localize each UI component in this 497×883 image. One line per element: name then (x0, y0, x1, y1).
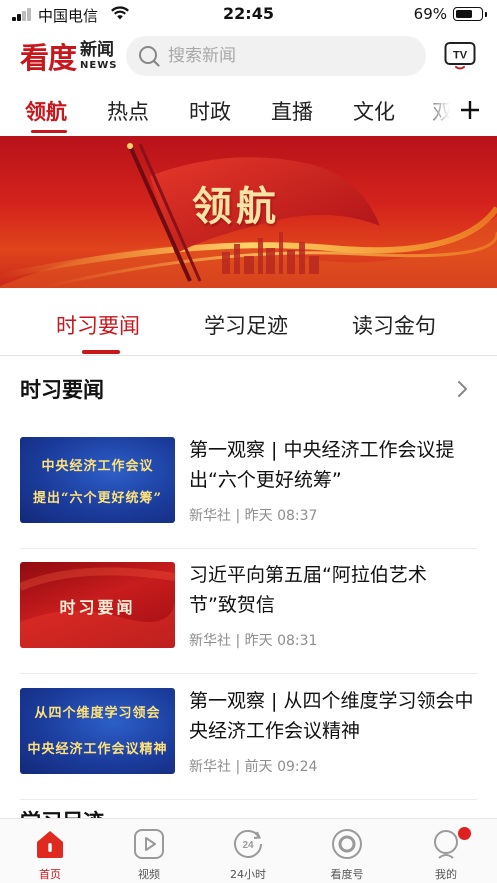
search-input[interactable] (168, 36, 408, 76)
app-logo: 看度 新闻 NEWS (20, 36, 117, 76)
news-time: 前天 09:24 (244, 759, 318, 775)
bottom-navigation: 首页 视频 24 24小时 看度号 我的 (0, 818, 497, 883)
status-bar: 中国电信 22:45 69% (0, 0, 497, 30)
news-item[interactable]: 时习要闻 习近平向第五届“阿拉伯艺术节”致贺信 新华社 | 昨天 08:31 (20, 562, 477, 686)
search-bar[interactable] (126, 36, 426, 76)
news-thumbnail: 从四个维度学习领会 中央经济工作会议精神 (20, 688, 175, 774)
thumbnail-caption: 提出“六个更好统筹” (33, 491, 162, 506)
battery-icon (453, 7, 487, 21)
channel-tabs: 领航 热点 时政 直播 文化 双 (0, 88, 497, 138)
add-channel-icon[interactable] (458, 98, 482, 122)
logo-main-text: 看度 (20, 41, 77, 75)
subtab-quotes[interactable]: 读习金句 (352, 310, 436, 340)
news-source: 新华社 (189, 633, 231, 649)
news-meta: 新华社 | 前天 09:24 (189, 759, 318, 775)
circle-account-icon (332, 829, 362, 859)
thumbnail-caption: 中央经济工作会议 (41, 459, 154, 474)
logo-sub-text: 新闻 (80, 39, 115, 60)
banner[interactable]: 领航 (0, 136, 497, 288)
tab-culture[interactable]: 文化 (353, 96, 395, 126)
tab-live[interactable]: 直播 (271, 96, 313, 126)
news-item[interactable]: 从四个维度学习领会 中央经济工作会议精神 第一观察 | 从四个维度学习领会中央经… (20, 688, 477, 812)
thumbnail-caption: 时习要闻 (59, 598, 136, 617)
tv-label: TV (453, 50, 468, 62)
nav-home[interactable]: 首页 (10, 819, 90, 883)
section-title: 时习要闻 (20, 378, 104, 402)
tab-hot[interactable]: 热点 (107, 96, 149, 126)
subtab-news[interactable]: 时习要闻 (56, 310, 140, 340)
subtab-footprints[interactable]: 学习足迹 (204, 310, 288, 340)
active-tab-indicator (31, 130, 67, 133)
tab-lingHang[interactable]: 领航 (25, 96, 67, 126)
notification-badge (458, 827, 471, 840)
app-header: 看度 新闻 NEWS TV (0, 32, 497, 82)
24-hour-icon: 24 (234, 829, 262, 858)
nav-24h[interactable]: 24 24小时 (208, 819, 288, 883)
news-source: 新华社 (189, 759, 231, 775)
sub-tabs: 时习要闻 学习足迹 读习金句 (0, 290, 497, 356)
logo-en-text: NEWS (80, 59, 118, 71)
battery-percentage: 69% (413, 5, 447, 23)
nav-kandu-account[interactable]: 看度号 (307, 819, 387, 883)
nav-profile[interactable]: 我的 (406, 819, 486, 883)
nav-label: 首页 (39, 868, 61, 881)
active-subtab-indicator (82, 350, 120, 354)
news-time: 昨天 08:37 (244, 508, 318, 524)
news-thumbnail: 中央经济工作会议 提出“六个更好统筹” (20, 437, 175, 523)
news-meta: 新华社 | 昨天 08:37 (189, 508, 318, 524)
svg-text:24: 24 (242, 840, 254, 851)
news-source: 新华社 (189, 508, 231, 524)
nav-video[interactable]: 视频 (109, 819, 189, 883)
chevron-right-icon[interactable] (454, 378, 472, 400)
news-time: 昨天 08:31 (244, 633, 318, 649)
search-icon (139, 46, 160, 67)
thumbnail-caption: 从四个维度学习领会 (34, 706, 161, 721)
tab-politics[interactable]: 时政 (189, 96, 231, 126)
news-title: 第一观察 | 从四个维度学习领会中央经济工作会议精神 (189, 690, 474, 742)
nav-label: 视频 (138, 868, 160, 881)
news-thumbnail: 时习要闻 (20, 562, 175, 648)
tv-icon[interactable]: TV (444, 41, 476, 71)
thumbnail-caption: 中央经济工作会议精神 (27, 742, 168, 757)
news-title: 第一观察 | 中央经济工作会议提出“六个更好统筹” (189, 439, 455, 491)
nav-label: 我的 (435, 868, 457, 881)
news-meta: 新华社 | 昨天 08:31 (189, 633, 318, 649)
nav-label: 看度号 (330, 868, 364, 881)
news-item[interactable]: 中央经济工作会议 提出“六个更好统筹” 第一观察 | 中央经济工作会议提出“六个… (20, 437, 477, 561)
video-play-icon (134, 829, 164, 859)
home-icon (37, 831, 63, 858)
nav-label: 24小时 (230, 868, 266, 881)
news-title: 习近平向第五届“阿拉伯艺术节”致贺信 (189, 564, 427, 616)
banner-title: 领航 (192, 183, 280, 230)
